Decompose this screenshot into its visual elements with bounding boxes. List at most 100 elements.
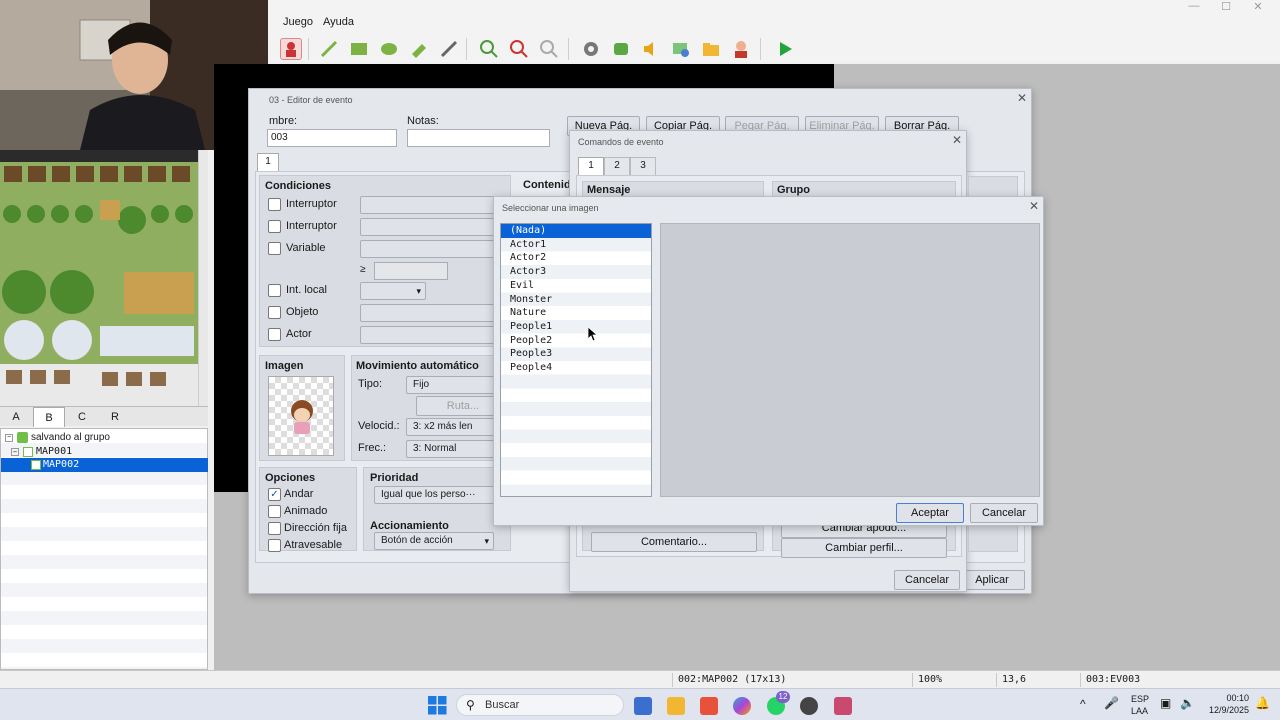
folder-icon[interactable] xyxy=(700,38,722,60)
whatsapp-icon[interactable]: 12 xyxy=(767,691,790,715)
tree-map002[interactable]: MAP002 xyxy=(1,458,208,472)
priority-label: Prioridad xyxy=(370,472,419,484)
image-list-item[interactable]: Evil xyxy=(501,279,651,293)
apply-button[interactable]: Aplicar xyxy=(959,570,1025,590)
image-list-item[interactable]: People3 xyxy=(501,347,651,361)
variable-combo[interactable] xyxy=(360,240,510,258)
item-combo[interactable] xyxy=(360,304,510,322)
clock-time[interactable]: 00:10 xyxy=(1205,693,1249,703)
shadow-pen-icon[interactable] xyxy=(438,38,460,60)
self-switch-combo[interactable] xyxy=(360,282,426,300)
notes-input[interactable] xyxy=(407,129,550,147)
pencil-icon[interactable] xyxy=(318,38,340,60)
event-image-preview[interactable] xyxy=(268,376,334,456)
puzzle-icon[interactable] xyxy=(610,38,632,60)
actor-checkbox[interactable] xyxy=(268,328,281,341)
windows-start-icon[interactable] xyxy=(428,696,447,715)
ellipse-icon[interactable] xyxy=(378,38,400,60)
close-icon[interactable]: ✕ xyxy=(1013,91,1031,107)
sound-icon[interactable] xyxy=(640,38,662,60)
rectangle-icon[interactable] xyxy=(348,38,370,60)
through-checkbox[interactable] xyxy=(268,539,281,552)
maximize-button[interactable]: ☐ xyxy=(1208,0,1244,14)
close-icon[interactable]: ✕ xyxy=(1025,199,1043,215)
tab-r[interactable]: R xyxy=(99,407,131,427)
status-divider xyxy=(1080,673,1081,687)
tileset-palette[interactable] xyxy=(0,150,208,406)
person-icon[interactable] xyxy=(730,38,752,60)
image-list-item[interactable]: People1 xyxy=(501,320,651,334)
zoom-in-icon[interactable] xyxy=(478,38,500,60)
switch2-combo[interactable] xyxy=(360,218,510,236)
image-list-item[interactable]: People4 xyxy=(501,361,651,375)
tab-b[interactable]: B xyxy=(33,407,65,427)
file-explorer-icon[interactable] xyxy=(667,697,685,715)
collapse-icon[interactable]: − xyxy=(5,434,13,442)
tab-a[interactable]: A xyxy=(0,407,32,427)
image-list-item[interactable]: Actor1 xyxy=(501,238,651,252)
task-view-icon[interactable] xyxy=(634,697,652,715)
tileset-scrollbar[interactable] xyxy=(198,150,208,406)
collapse-icon[interactable]: − xyxy=(11,448,19,456)
notifications-icon[interactable]: 🔔 xyxy=(1255,696,1270,710)
image-list-item[interactable]: Actor3 xyxy=(501,265,651,279)
network-icon[interactable]: ▣ xyxy=(1160,696,1171,710)
map-tree[interactable]: − salvando al grupo − MAP001 MAP002 xyxy=(0,428,208,670)
image-list-item[interactable]: Monster xyxy=(501,293,651,307)
resource-icon[interactable] xyxy=(670,38,692,60)
cancel-button[interactable]: Cancelar xyxy=(970,503,1038,523)
walking-checkbox[interactable]: ✓ xyxy=(268,488,281,501)
clock-date[interactable]: 12/9/2025 xyxy=(1199,705,1249,715)
switch1-checkbox[interactable] xyxy=(268,198,281,211)
priority-combo[interactable]: Igual que los perso··· xyxy=(374,486,506,504)
copilot-icon[interactable] xyxy=(733,697,751,715)
image-list-item[interactable]: Nature xyxy=(501,306,651,320)
minimize-button[interactable]: — xyxy=(1176,0,1212,14)
image-list-item[interactable]: People2 xyxy=(501,334,651,348)
image-file-list[interactable]: (Nada) Actor1 Actor2 Actor3 Evil Monster Natur… xyxy=(500,223,652,497)
image-preview-area[interactable] xyxy=(660,223,1040,497)
gear-icon[interactable] xyxy=(580,38,602,60)
taskbar-search[interactable]: ⚲ Buscar xyxy=(456,694,624,716)
priority-trigger-group: Prioridad Igual que los perso··· Acciona… xyxy=(363,467,511,551)
rpgmaker-icon[interactable] xyxy=(834,697,852,715)
tab-commands-2[interactable]: 2 xyxy=(604,157,630,175)
actor-combo[interactable] xyxy=(360,326,510,344)
comment-button[interactable]: Comentario... xyxy=(591,532,757,552)
commands-cancel-button[interactable]: Cancelar xyxy=(894,570,960,590)
fill-icon[interactable] xyxy=(408,38,430,60)
tab-commands-1[interactable]: 1 xyxy=(578,157,604,175)
volume-icon[interactable]: 🔈 xyxy=(1180,696,1195,710)
chevron-up-icon[interactable]: ^ xyxy=(1080,697,1086,711)
microphone-icon[interactable]: 🎤 xyxy=(1104,696,1119,710)
language-top[interactable]: ESP xyxy=(1131,694,1149,704)
character-icon[interactable] xyxy=(280,38,302,60)
language-bottom[interactable]: LAA xyxy=(1131,706,1148,716)
zoom-reset-icon[interactable] xyxy=(538,38,560,60)
menu-juego[interactable]: Juego xyxy=(283,16,313,28)
obs-icon[interactable] xyxy=(800,697,818,715)
menu-ayuda[interactable]: Ayuda xyxy=(323,16,354,28)
image-list-item[interactable]: Actor2 xyxy=(501,251,651,265)
stepping-checkbox[interactable] xyxy=(268,505,281,518)
close-icon[interactable]: ✕ xyxy=(948,133,966,149)
tab-c[interactable]: C xyxy=(66,407,98,427)
ok-button[interactable]: Aceptar xyxy=(896,503,964,523)
brave-icon[interactable] xyxy=(700,697,718,715)
play-icon[interactable] xyxy=(774,38,796,60)
name-input[interactable]: 003 xyxy=(267,129,397,147)
tab-commands-3[interactable]: 3 xyxy=(630,157,656,175)
switch2-checkbox[interactable] xyxy=(268,220,281,233)
trigger-combo[interactable]: Botón de acción xyxy=(374,532,494,550)
tab-page-1[interactable]: 1 xyxy=(257,153,279,171)
self-switch-checkbox[interactable] xyxy=(268,284,281,297)
close-window-button[interactable]: ✕ xyxy=(1240,0,1276,14)
change-profile-button[interactable]: Cambiar perfil... xyxy=(781,538,947,558)
zoom-out-icon[interactable] xyxy=(508,38,530,60)
image-list-item[interactable]: (Nada) xyxy=(501,224,651,238)
direction-fix-checkbox[interactable] xyxy=(268,522,281,535)
item-checkbox[interactable] xyxy=(268,306,281,319)
switch1-combo[interactable] xyxy=(360,196,510,214)
variable-checkbox[interactable] xyxy=(268,242,281,255)
variable-value-spinner[interactable] xyxy=(374,262,448,280)
